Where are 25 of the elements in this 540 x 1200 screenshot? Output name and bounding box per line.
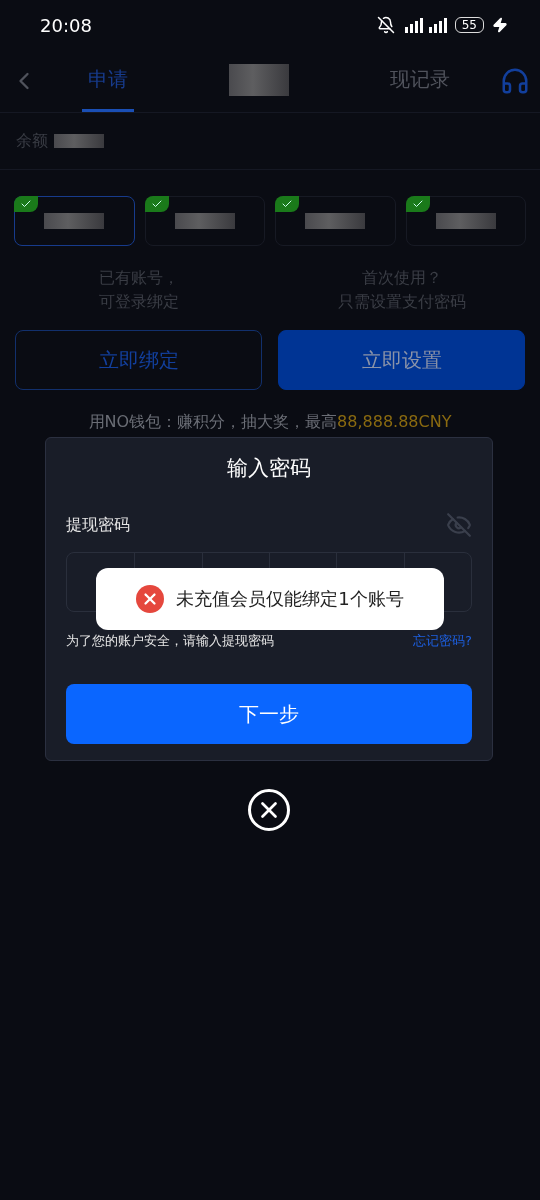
tab[interactable]: 申请 xyxy=(82,50,135,112)
wallet-chip[interactable] xyxy=(14,196,135,246)
battery-level: 55 xyxy=(454,17,484,33)
security-hint: 为了您的账户安全，请输入提现密码 xyxy=(66,632,274,650)
mute-icon xyxy=(376,16,395,34)
dialog-title: 输入密码 xyxy=(226,455,312,482)
field-label: 提现密码 xyxy=(66,514,130,536)
option-button[interactable]: 立即绑定 xyxy=(15,330,262,390)
redacted-block xyxy=(54,134,104,148)
support-icon[interactable] xyxy=(500,66,530,96)
error-icon xyxy=(136,585,165,613)
close-button[interactable] xyxy=(248,789,290,831)
wallet-chip[interactable] xyxy=(275,196,396,246)
forgot-password-link[interactable]: 忘记密码? xyxy=(413,632,472,650)
toast-message: 未充值会员仅能绑定1个账号 xyxy=(176,587,404,611)
visibility-toggle[interactable] xyxy=(446,512,472,538)
next-button[interactable]: 下一步 xyxy=(66,684,472,744)
wallet-chip[interactable] xyxy=(144,196,265,246)
option-button[interactable]: 立即设置 xyxy=(278,330,525,390)
signal-icon xyxy=(402,17,447,33)
status-time: 20:08 xyxy=(40,14,92,36)
promo-text: 用NO钱包：赚积分，抽大奖，最高88,888.88CNY xyxy=(87,412,453,433)
wallet-chip[interactable] xyxy=(405,196,526,246)
tab[interactable]: 现记录 xyxy=(383,50,456,112)
charging-icon xyxy=(492,17,508,33)
